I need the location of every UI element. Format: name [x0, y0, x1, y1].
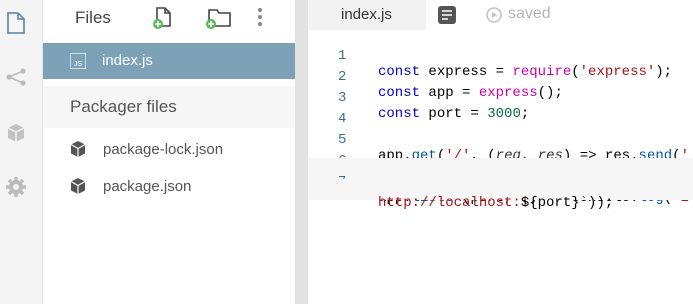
- file-item-package-lock[interactable]: package-lock.json: [43, 132, 296, 166]
- code-line: 4: [308, 95, 693, 127]
- packager-files-header: Packager files: [43, 86, 296, 128]
- file-item-label: index.js: [102, 52, 153, 69]
- files-title: Files: [75, 8, 111, 27]
- code-line: 6: [308, 137, 693, 169]
- file-explorer: Files JS index.js Packager files package…: [43, 0, 296, 304]
- svg-text:JS: JS: [74, 61, 83, 68]
- file-item-package-json[interactable]: package.json: [43, 169, 296, 203]
- package-file-icon: [69, 140, 87, 163]
- code-line: 5 app.get('/', (req, res) => res.send(': [308, 116, 693, 164]
- package-file-icon: [69, 177, 87, 200]
- code-line-wrapped: http://localhost:${port}`));: [308, 179, 693, 211]
- share-icon[interactable]: [5, 66, 27, 88]
- more-options-icon[interactable]: [251, 6, 275, 30]
- packager-files-title: Packager files: [70, 97, 177, 116]
- file-item-index-js[interactable]: JS index.js: [43, 43, 296, 79]
- saved-status: saved: [508, 5, 551, 22]
- gear-icon[interactable]: [5, 176, 27, 198]
- activity-bar: [0, 0, 43, 304]
- saved-status-icon: [484, 5, 504, 30]
- file-item-label: package.json: [103, 178, 192, 195]
- sidebar-header: Files: [43, 0, 296, 38]
- new-file-icon[interactable]: [151, 6, 175, 30]
- editor-tabbar: index.js saved: [308, 0, 693, 30]
- pane-splitter[interactable]: [295, 0, 308, 304]
- code-line: 2 const app = express();: [308, 53, 693, 101]
- file-icon[interactable]: [5, 12, 27, 34]
- file-item-label: package-lock.json: [103, 141, 224, 158]
- prettify-icon[interactable]: [437, 5, 457, 30]
- code-line: 3 const port = 3000;: [308, 74, 693, 122]
- tab-label: index.js: [341, 6, 392, 23]
- new-folder-icon[interactable]: [204, 6, 231, 30]
- code-line: 7 app.listen(port, () => console.log(`E: [308, 158, 693, 206]
- code-editor[interactable]: index.js saved 1 const express = require…: [308, 0, 693, 304]
- line-code: http://localhost:${port}`));: [378, 195, 614, 211]
- tab-actions: saved: [426, 0, 693, 30]
- tab-index-js[interactable]: index.js: [308, 0, 426, 30]
- js-file-icon: JS: [69, 52, 87, 74]
- code-line: 1 const express = require('express');: [308, 32, 693, 80]
- package-icon[interactable]: [5, 122, 27, 144]
